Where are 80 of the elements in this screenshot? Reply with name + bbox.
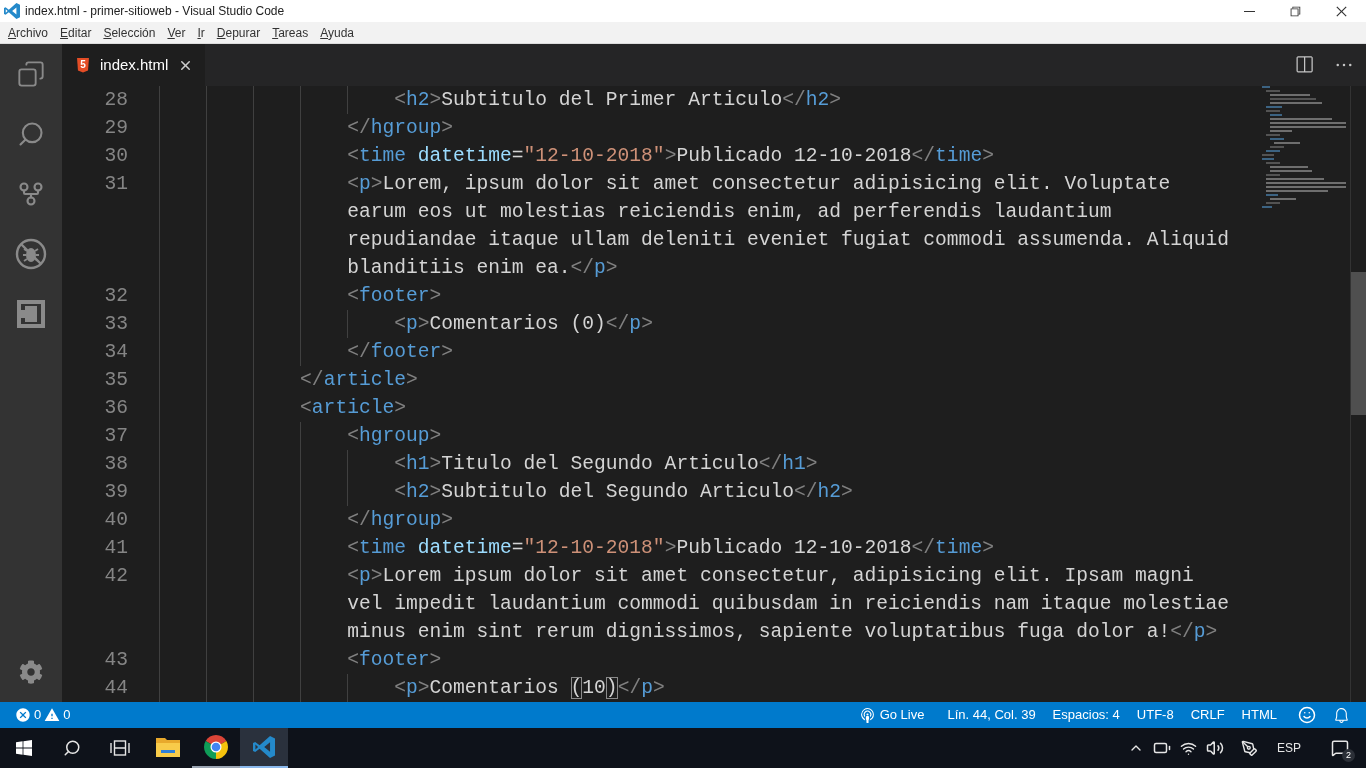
html-file-icon: 5	[77, 57, 89, 73]
line-number: 36	[104, 397, 128, 419]
code-line: </article>	[300, 368, 419, 393]
pen-icon[interactable]	[1241, 739, 1258, 757]
window-title: index.html - primer-sitioweb - Visual Studio Code	[25, 3, 285, 20]
warning-icon	[44, 707, 61, 723]
menu-item[interactable]: Archivo	[2, 22, 55, 43]
code-line: <article>	[300, 396, 407, 421]
broadcast-icon	[858, 706, 876, 724]
minimize-icon	[1243, 10, 1255, 12]
search-icon	[63, 739, 81, 757]
code-line: <time datetime="12-10-2018">Publicado 12-10-2018</time>	[347, 536, 995, 561]
code-line: </hgroup>	[347, 116, 454, 141]
code-line: </footer>	[347, 340, 454, 365]
split-editor-icon[interactable]	[1294, 55, 1314, 75]
go-live-button[interactable]: Go Live	[858, 705, 925, 725]
code-line: <p>Lorem, ipsum dolor sit amet consectetur adipisicing elit. Voluptate earum eos ut molestias reiciendis enim, ad perferendis laudantium repudiandae itaque ullam deleniti eveniet fugiat commodi assumenda. Aliquid blanditiis enim ea.</p>	[347, 172, 1230, 281]
code-line: <p>Comentarios (0)</p>	[394, 312, 654, 337]
line-number: 31	[104, 173, 128, 195]
status-bar-item[interactable]: CRLF	[1190, 705, 1225, 725]
square-blocks-icon[interactable]	[17, 300, 45, 328]
line-number: 34	[104, 341, 128, 363]
menu-item[interactable]: Tareas	[266, 22, 315, 43]
crossed-bug-icon[interactable]	[15, 238, 47, 270]
scrollbar-thumb[interactable]	[1351, 272, 1366, 415]
code-line: <p>Comentarios (10)</p>	[394, 676, 666, 701]
menu-item[interactable]: Depurar	[210, 22, 267, 43]
fork-icon[interactable]	[17, 180, 45, 208]
windows-logo-icon	[16, 740, 32, 756]
code-line: <footer>	[347, 284, 443, 309]
restore-icon	[1288, 4, 1302, 18]
problems-button[interactable]: 0 0	[15, 705, 71, 725]
code-line: <p>Lorem ipsum dolor sit amet consectetur, adipisicing elit. Ipsam magni vel impedit laudantium commodi quibusdam in reiciendis nam itaque molestiae minus enim sint rerum dignissimos, sapiente voluptatibus fuga dolor a!</p>	[347, 564, 1230, 645]
language-indicator[interactable]: ESP	[1277, 739, 1301, 757]
status-bar-item[interactable]: Lín. 44, Col. 39	[947, 705, 1036, 725]
line-number: 39	[104, 481, 128, 503]
code-editor-logo-icon	[4, 3, 20, 19]
notification-badge: 2	[1342, 749, 1355, 762]
menu-item[interactable]: Ayuda	[314, 22, 360, 43]
speaker-icon[interactable]	[1206, 739, 1224, 757]
files-icon[interactable]	[17, 60, 45, 88]
search-icon[interactable]	[17, 120, 45, 148]
line-number: 41	[104, 537, 128, 559]
menu-item[interactable]: Editar	[54, 22, 98, 43]
line-number: 30	[104, 145, 128, 167]
code-line: <hgroup>	[347, 424, 443, 449]
folder-icon	[156, 737, 180, 757]
line-number: 28	[104, 89, 128, 111]
line-number: 33	[104, 313, 128, 335]
code-line: </hgroup>	[347, 508, 454, 533]
bell-icon[interactable]	[1333, 706, 1350, 724]
smiley-icon[interactable]	[1298, 706, 1316, 724]
status-bar-item[interactable]: UTF-8	[1136, 705, 1174, 725]
line-number: 29	[104, 117, 128, 139]
task-view-icon	[110, 740, 130, 756]
editor-tab[interactable]: 5 index.html	[62, 44, 205, 86]
code-editor-logo-icon	[253, 736, 275, 758]
line-number: 38	[104, 453, 128, 475]
line-number: 42	[104, 565, 128, 587]
code-line: <h1>Titulo del Segundo Articulo</h1>	[394, 452, 819, 477]
code-line: <footer>	[347, 648, 443, 673]
line-number: 32	[104, 285, 128, 307]
notification-icon[interactable]	[1331, 739, 1349, 757]
code-line: <h2>Subtitulo del Segundo Articulo</h2>	[394, 480, 854, 505]
line-number: 44	[104, 677, 128, 699]
menu-item[interactable]: Ir	[191, 22, 211, 43]
line-number: 40	[104, 509, 128, 531]
status-bar-item[interactable]: Espacios: 4	[1052, 705, 1120, 725]
error-icon	[15, 707, 31, 723]
browser-icon	[204, 735, 228, 759]
line-number: 37	[104, 425, 128, 447]
menu-item[interactable]: Selección	[97, 22, 162, 43]
line-number: 43	[104, 649, 128, 671]
settings-icon[interactable]	[19, 660, 43, 684]
code-line: <time datetime="12-10-2018">Publicado 12-10-2018</time>	[347, 144, 995, 169]
status-bar-item[interactable]: HTML	[1241, 705, 1277, 725]
menu-item[interactable]: Ver	[161, 22, 192, 43]
taskbar-app-button[interactable]	[240, 728, 288, 768]
line-number: 35	[104, 369, 128, 391]
code-line: <h2>Subtitulo del Primer Articulo</h2>	[394, 88, 843, 113]
